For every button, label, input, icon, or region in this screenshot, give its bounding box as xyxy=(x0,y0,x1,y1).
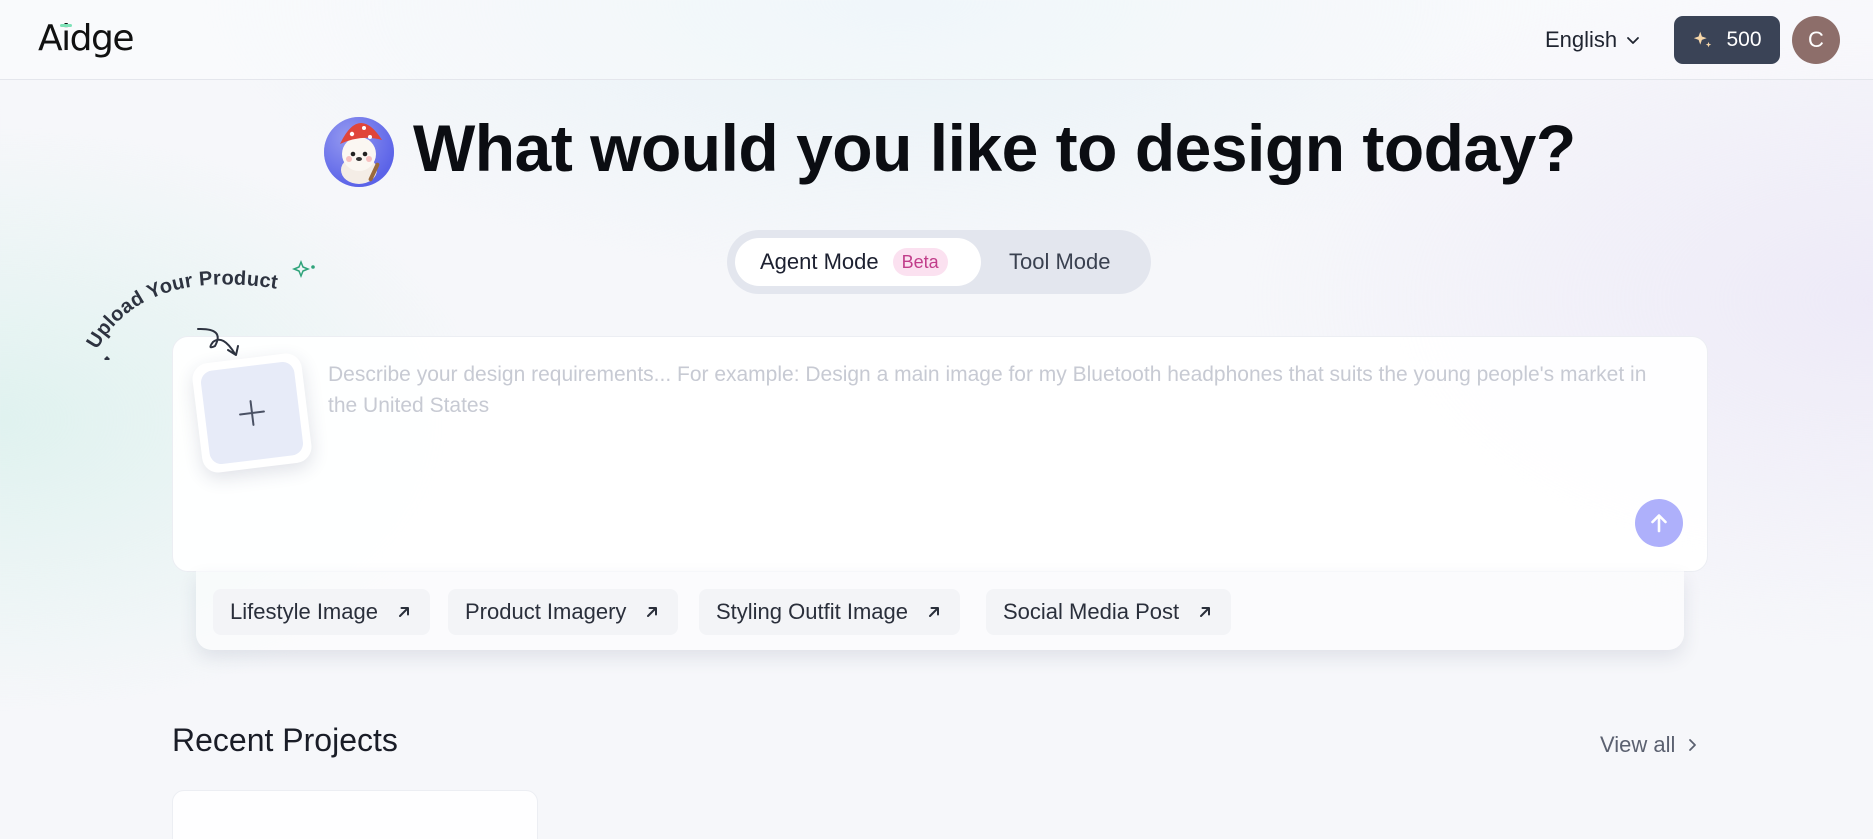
view-all-label: View all xyxy=(1600,732,1676,757)
top-header: Aidge English 500 C xyxy=(0,0,1873,80)
prompt-card xyxy=(172,336,1708,572)
svg-text:Upload Your Product: Upload Your Product xyxy=(85,267,279,352)
arrow-up-right-icon xyxy=(398,607,409,617)
agent-mode-label: Agent Mode xyxy=(760,249,879,274)
mascot-icon xyxy=(324,117,394,187)
tab-tool-mode[interactable]: Tool Mode xyxy=(1009,238,1111,286)
language-label: English xyxy=(1545,27,1618,52)
send-button[interactable] xyxy=(1635,499,1683,547)
arrow-up-right-icon xyxy=(928,607,939,617)
view-all-link[interactable]: View all xyxy=(1600,730,1699,760)
credits-count: 500 xyxy=(1726,28,1762,51)
chip-social-media-post[interactable]: Social Media Post xyxy=(986,589,1232,635)
beta-badge: Beta xyxy=(892,248,948,276)
chip-styling-outfit-image[interactable]: Styling Outfit Image xyxy=(699,589,960,635)
chip-product-imagery[interactable]: Product Imagery xyxy=(448,589,679,635)
upload-your-product-label: Upload Your Product xyxy=(85,259,315,360)
design-prompt-input[interactable] xyxy=(328,359,1668,489)
tab-agent-mode[interactable]: Agent Mode Beta xyxy=(735,238,981,286)
page-title: What would you like to design today? xyxy=(413,111,1576,185)
mode-toggle: Agent Mode Beta Tool Mode xyxy=(727,230,1151,294)
language-selector[interactable]: English xyxy=(1545,24,1641,56)
chip-label: Product Imagery xyxy=(465,599,627,624)
logo-accent xyxy=(60,24,72,27)
arrow-up-right-icon xyxy=(1200,607,1211,617)
recent-projects-title: Recent Projects xyxy=(172,722,398,758)
upload-product-button[interactable] xyxy=(190,351,314,475)
user-avatar[interactable]: C xyxy=(1792,16,1840,64)
avatar-initial: C xyxy=(1808,27,1824,52)
recent-project-card[interactable] xyxy=(172,790,538,839)
logo-text: Aidge xyxy=(38,18,134,59)
app-logo[interactable]: Aidge xyxy=(38,18,148,60)
suggestion-chips: Lifestyle Image Product Imagery Styling … xyxy=(196,571,1684,650)
sparkle-icon xyxy=(1694,31,1712,48)
chip-label: Social Media Post xyxy=(1003,599,1180,624)
chip-label: Styling Outfit Image xyxy=(716,599,908,624)
arrow-up-right-icon xyxy=(647,607,658,617)
arrow-up-icon xyxy=(1651,514,1667,533)
chevron-down-icon xyxy=(1627,37,1640,44)
plus-icon xyxy=(239,400,265,426)
chip-lifestyle-image[interactable]: Lifestyle Image xyxy=(213,589,430,635)
chevron-right-icon xyxy=(1689,739,1697,751)
upload-label-text: Upload Your Product xyxy=(85,267,279,352)
chip-label: Lifestyle Image xyxy=(230,599,378,624)
tool-mode-label: Tool Mode xyxy=(1009,249,1111,274)
upload-drop-area xyxy=(199,360,305,466)
credits-button[interactable]: 500 xyxy=(1674,16,1780,64)
